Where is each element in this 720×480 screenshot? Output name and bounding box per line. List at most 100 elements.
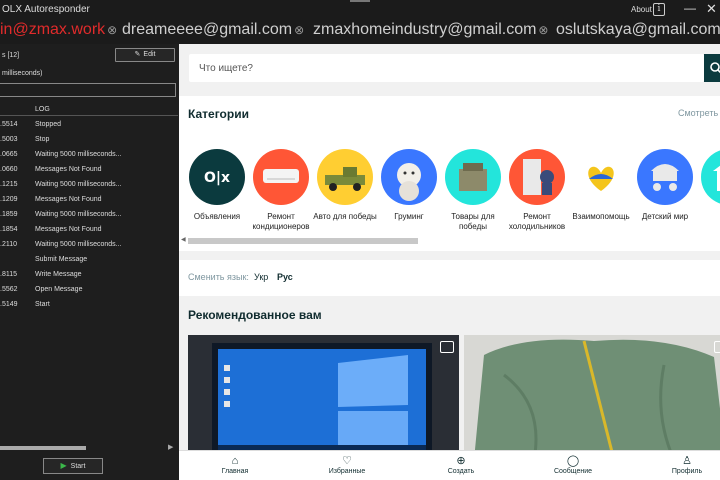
listing-photo-laptop <box>188 335 459 460</box>
edit-button-label: Edit <box>143 51 156 58</box>
category-dog-icon <box>381 149 437 205</box>
log-message: Waiting 5000 milliseconds... <box>35 151 122 158</box>
category-label: Объявления <box>193 212 241 221</box>
language-ukr-link[interactable]: Укр <box>254 272 268 282</box>
tab-close-icon[interactable]: ⊗ <box>294 23 304 37</box>
accounts-count-label: s [12] <box>2 52 20 59</box>
play-icon: ▶ <box>60 461 67 470</box>
chat-icon: ◯ <box>566 455 580 467</box>
nav-user[interactable]: ♙ Профиль <box>657 454 717 475</box>
log-time: .8115 <box>0 271 17 278</box>
search-button[interactable] <box>704 54 720 82</box>
search-input[interactable]: Что ищете? <box>189 54 704 82</box>
account-tab[interactable]: zmaxhomeindustry@gmail.com ⊗ <box>313 21 548 39</box>
category-label: Детский мир <box>641 212 689 221</box>
log-row: .1209 Messages Not Found <box>0 193 178 208</box>
account-tab-label: dreameeee@gmail.com <box>122 21 293 38</box>
log-time: .5514 <box>0 121 18 128</box>
log-row: .1859 Waiting 5000 milliseconds... <box>0 208 178 223</box>
log-row: Submit Message <box>0 253 178 268</box>
favorite-toggle-icon[interactable] <box>714 341 720 353</box>
heart-icon: ♡ <box>342 455 352 467</box>
favorite-toggle-icon[interactable] <box>440 341 454 353</box>
log-time: .1859 <box>0 211 18 218</box>
log-row: .5003 Stop <box>0 133 178 148</box>
log-row: .2110 Waiting 5000 milliseconds... <box>0 238 178 253</box>
nav-chat[interactable]: ◯ Сообщение <box>543 454 603 475</box>
log-message: Submit Message <box>35 256 88 263</box>
log-time: .1209 <box>0 196 18 203</box>
log-row: .1215 Waiting 5000 milliseconds... <box>0 178 178 193</box>
listing-card[interactable] <box>464 335 720 460</box>
log-message: Stop <box>35 136 50 143</box>
tab-close-icon[interactable]: ⊗ <box>107 23 117 37</box>
scroll-right-arrow-icon[interactable]: ▶ <box>168 443 173 451</box>
window-title: OLX Autoresponder <box>2 4 90 15</box>
interval-input[interactable] <box>0 83 176 97</box>
log-row: .5562 Open Message <box>0 283 178 298</box>
log-time: .5562 <box>0 286 18 293</box>
log-message-header: LOG <box>35 106 50 113</box>
app-window: OLX Autoresponder About i — ✕ in@zmax.wo… <box>0 0 720 480</box>
category-label: Нед <box>697 212 720 222</box>
nav-plus[interactable]: ⊕ Создать <box>431 454 491 475</box>
language-rus-link[interactable]: Рус <box>277 272 293 282</box>
account-tab-label: oslutskaya@gmail.com <box>556 21 720 38</box>
log-time: .5003 <box>0 136 18 143</box>
recommended-title: Рекомендованное вам <box>188 308 322 322</box>
category-stroller-icon <box>637 149 693 205</box>
account-tab[interactable]: oslutskaya@gmail.com⊗ <box>556 21 720 39</box>
nav-label: Главная <box>221 468 249 475</box>
log-row: .8115 Write Message <box>0 268 178 283</box>
nav-home[interactable]: ⌂ Главная <box>205 454 265 475</box>
categories-title: Категории <box>188 107 249 121</box>
tab-close-icon[interactable]: ⊗ <box>538 23 548 37</box>
nav-heart[interactable]: ♡ Избранные <box>317 454 377 475</box>
log-time: .1215 <box>0 181 18 188</box>
account-tab[interactable]: dreameeee@gmail.com ⊗ <box>122 21 304 39</box>
language-switcher: Сменить язык: Укр Рус <box>179 260 720 296</box>
about-link[interactable]: About <box>631 5 652 14</box>
scrollbar-thumb[interactable] <box>0 446 86 450</box>
log-table: LOG .5514 Stopped .5003 Stop .0665 Waiting 50… <box>0 104 178 434</box>
language-label: Сменить язык: <box>188 272 249 282</box>
log-message: Waiting 5000 milliseconds... <box>35 211 122 218</box>
plus-icon: ⊕ <box>456 455 466 467</box>
close-window-button[interactable]: ✕ <box>706 1 717 17</box>
log-message: Waiting 5000 milliseconds... <box>35 241 122 248</box>
search-placeholder: Что ищете? <box>199 63 253 74</box>
olx-webview: Что ищете? Категории Смотреть все O|x Объ… <box>179 44 720 480</box>
categories-section: Категории Смотреть все O|x Объявления Ремо… <box>179 96 720 251</box>
log-row: .5149 Start <box>0 298 178 313</box>
listing-card[interactable] <box>188 335 459 460</box>
log-row: .0660 Messages Not Found <box>0 163 178 178</box>
log-message: Open Message <box>35 286 83 293</box>
listing-photo-jacket <box>464 335 720 460</box>
minimize-button[interactable]: — <box>684 1 696 15</box>
info-icon[interactable]: i <box>653 3 665 16</box>
log-time: .5149 <box>0 301 18 308</box>
control-panel: s [12] ✎ Edit milliseconds) LOG .5514 Stop… <box>0 44 180 480</box>
category-air-conditioner-icon <box>253 149 309 205</box>
account-tabs: in@zmax.work ⊗ dreameeee@gmail.com ⊗ zmaxh… <box>0 20 720 44</box>
title-bar: OLX Autoresponder About i — ✕ <box>0 0 720 20</box>
account-tab-label: in@zmax.work <box>0 21 106 38</box>
see-all-link[interactable]: Смотреть все <box>678 108 720 118</box>
search-icon <box>710 62 720 74</box>
edit-button[interactable]: ✎ Edit <box>115 48 175 62</box>
edit-icon: ✎ <box>134 51 141 58</box>
log-horizontal-scrollbar[interactable]: ▶ <box>0 444 178 452</box>
drag-handle[interactable] <box>350 0 370 2</box>
log-row: .1854 Messages Not Found <box>0 223 178 238</box>
log-message: Waiting 5000 milliseconds... <box>35 181 122 188</box>
scrollbar-thumb[interactable] <box>188 238 418 244</box>
log-row: .0665 Waiting 5000 milliseconds... <box>0 148 178 163</box>
start-button[interactable]: ▶ Start <box>43 458 103 474</box>
category-label: Ремонт холодильников <box>508 212 566 231</box>
categories-scrollbar[interactable]: ◀ <box>179 236 720 244</box>
account-tab[interactable]: in@zmax.work ⊗ <box>0 21 117 39</box>
scroll-left-arrow-icon[interactable]: ◀ <box>181 236 186 243</box>
log-time: .1854 <box>0 226 18 233</box>
category-olx-logo-icon: O|x <box>189 149 245 205</box>
user-icon: ♙ <box>682 455 692 467</box>
